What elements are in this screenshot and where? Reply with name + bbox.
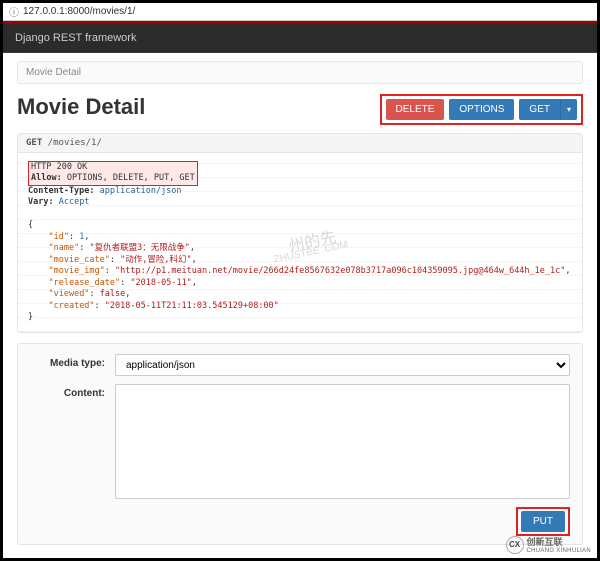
request-method: GET [26, 138, 42, 148]
delete-button[interactable]: DELETE [386, 99, 445, 120]
action-button-group: DELETE OPTIONS GET ▾ [380, 94, 584, 125]
get-dropdown-caret[interactable]: ▾ [560, 99, 577, 120]
corner-brand-en: CHUANG XINHULIAN [527, 548, 591, 554]
raw-data-form: Media type: application/json Content: PU… [17, 343, 583, 545]
browser-address-bar: ⓘ 127.0.0.1:8000/movies/1/ [3, 3, 597, 21]
breadcrumb[interactable]: Movie Detail [17, 61, 583, 84]
put-button[interactable]: PUT [521, 511, 565, 532]
corner-brand-cn: 创新互联 [527, 535, 591, 548]
response-pre: HTTP 200 OK Allow: OPTIONS, DELETE, PUT,… [28, 161, 572, 324]
url-text[interactable]: 127.0.0.1:8000/movies/1/ [23, 6, 135, 17]
brand-link[interactable]: Django REST framework [15, 32, 136, 44]
media-type-select[interactable]: application/json [115, 354, 570, 376]
content-label: Content: [30, 384, 115, 399]
response-panel: 州的先 ZHUSTBE .COM HTTP 200 OK Allow: OPTI… [17, 153, 583, 333]
get-button[interactable]: GET [519, 99, 560, 120]
brand-bar: Django REST framework [3, 24, 597, 53]
put-button-frame: PUT [516, 507, 570, 536]
corner-brand: CX 创新互联 CHUANG XINHULIAN [506, 535, 591, 554]
page-title: Movie Detail [17, 94, 145, 120]
corner-logo-icon: CX [506, 536, 524, 554]
request-line: GET /movies/1/ [17, 133, 583, 153]
content-textarea[interactable] [115, 384, 570, 499]
request-path: /movies/1/ [48, 138, 102, 148]
media-type-label: Media type: [30, 354, 115, 369]
info-icon: ⓘ [9, 4, 19, 19]
options-button[interactable]: OPTIONS [449, 99, 514, 120]
